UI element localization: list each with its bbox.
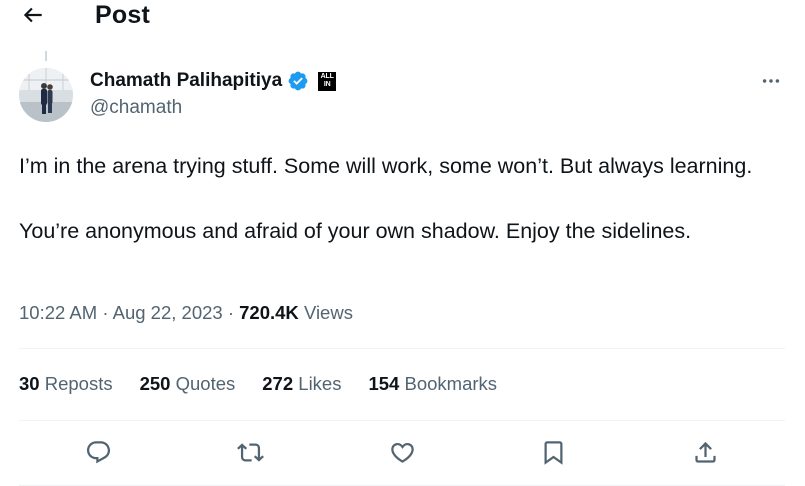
thread-connector-line <box>45 51 47 61</box>
divider <box>19 420 785 421</box>
author-name-row: Chamath Palihapitiya ALL IN <box>90 69 337 93</box>
avatar-image <box>19 68 73 122</box>
share-icon <box>694 441 716 463</box>
author-name[interactable]: Chamath Palihapitiya <box>90 69 282 93</box>
quotes-count: 250 <box>139 373 171 394</box>
tweet-paragraph: You’re anonymous and afraid of your own … <box>19 219 692 243</box>
more-options-button[interactable] <box>755 70 787 92</box>
meta-separator: · <box>227 302 234 323</box>
more-horizontal-icon <box>762 79 780 83</box>
likes-stat[interactable]: 272 Likes <box>262 371 341 397</box>
bookmarks-count: 154 <box>368 373 400 394</box>
avatar[interactable] <box>19 68 73 122</box>
heart-icon <box>390 442 414 463</box>
quotes-label: Quotes <box>175 373 236 394</box>
reposts-count: 30 <box>19 373 40 394</box>
reposts-label: Reposts <box>44 373 113 394</box>
top-bar: Post <box>0 0 805 34</box>
meta-separator: · <box>102 302 109 323</box>
tweet-meta: 10:22 AM · Aug 22, 2023 · 720.4K Views <box>19 300 353 326</box>
quotes-stat[interactable]: 250 Quotes <box>140 371 236 397</box>
likes-count: 272 <box>262 373 294 394</box>
bookmarks-stat[interactable]: 154 Bookmarks <box>368 371 497 397</box>
repost-icon <box>236 442 264 462</box>
reposts-stat[interactable]: 30 Reposts <box>19 371 113 397</box>
tweet-text: I’m in the arena trying stuff. Some will… <box>19 150 779 247</box>
bookmark-button[interactable] <box>533 432 573 472</box>
share-button[interactable] <box>685 432 725 472</box>
bookmarks-label: Bookmarks <box>404 373 498 394</box>
likes-label: Likes <box>298 373 342 394</box>
all-in-affiliation-logo[interactable]: ALL IN <box>318 71 337 91</box>
views-label: Views <box>303 302 353 323</box>
page-title: Post <box>95 1 150 29</box>
action-bar <box>0 432 805 472</box>
tweet-time[interactable]: 10:22 AM <box>19 302 97 323</box>
repost-button[interactable] <box>230 432 270 472</box>
author-handle[interactable]: @chamath <box>90 96 182 120</box>
back-button[interactable] <box>18 0 48 30</box>
tweet-paragraph: I’m in the arena trying stuff. Some will… <box>19 154 753 178</box>
tweet-date[interactable]: Aug 22, 2023 <box>113 302 223 323</box>
divider <box>19 348 785 349</box>
bookmark-icon <box>544 440 562 465</box>
reply-icon <box>86 440 110 463</box>
views-count: 720.4K <box>239 302 299 323</box>
like-button[interactable] <box>382 432 422 472</box>
arrow-left-icon <box>23 7 42 23</box>
verified-badge-icon[interactable] <box>287 70 309 92</box>
engagement-stats: 30 Reposts 250 Quotes 272 Likes 154 Book… <box>19 371 524 397</box>
reply-button[interactable] <box>78 432 118 472</box>
